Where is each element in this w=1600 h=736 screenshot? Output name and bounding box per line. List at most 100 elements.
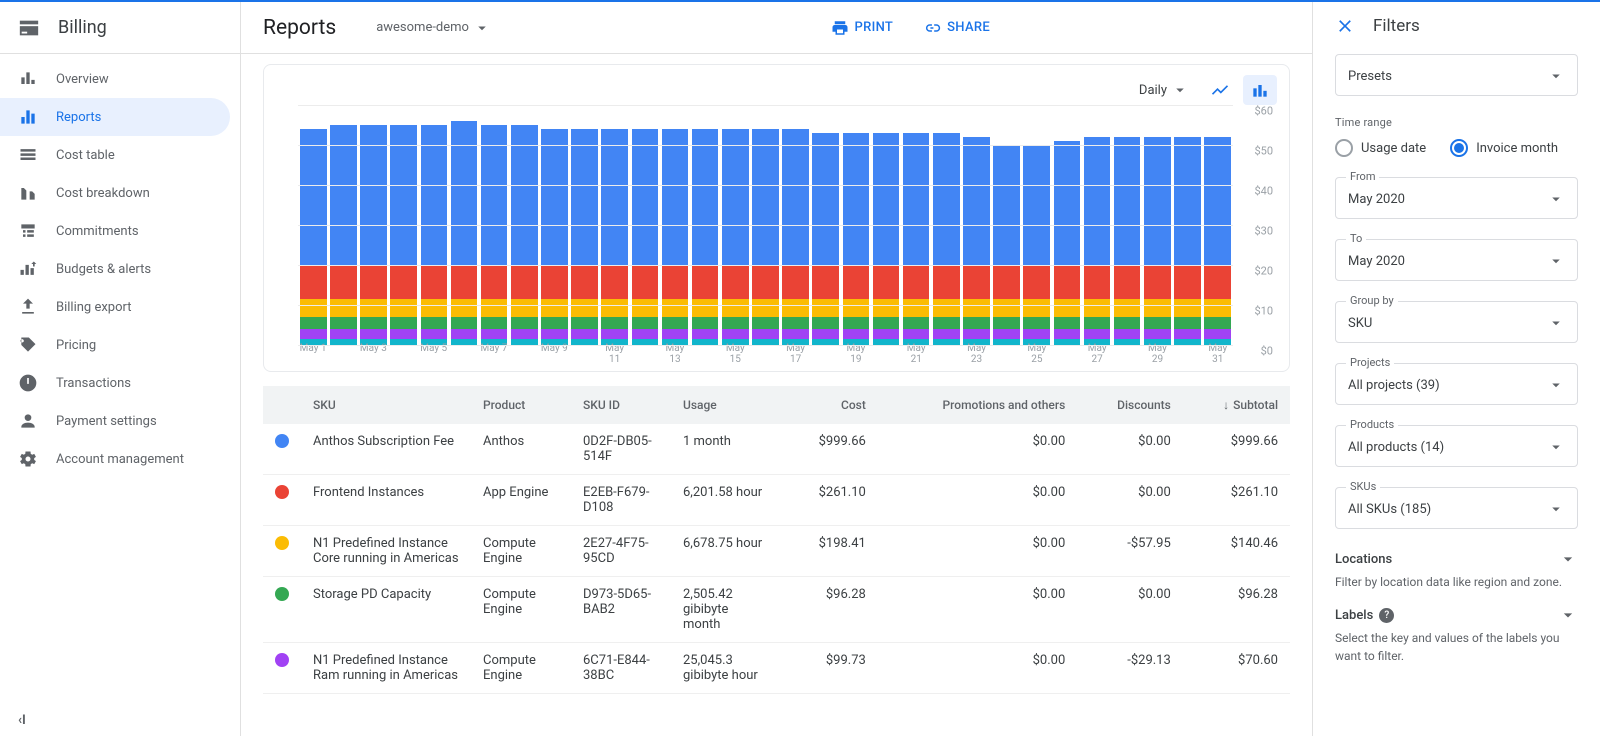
billing-icon	[18, 17, 40, 39]
from-select[interactable]: From May 2020	[1335, 177, 1578, 219]
x-tick	[569, 343, 599, 365]
sidebar-title: Billing	[0, 2, 240, 54]
bar-segment	[360, 317, 387, 329]
to-select[interactable]: To May 2020	[1335, 239, 1578, 281]
bar-segment	[541, 265, 568, 299]
x-tick	[690, 343, 720, 365]
col-subtotal[interactable]: ↓Subtotal	[1183, 386, 1290, 424]
sidebar-item-billing-export[interactable]: Billing export	[0, 288, 230, 326]
cell: 6C71-E844-38BC	[571, 643, 671, 694]
bar-segment	[1204, 137, 1231, 265]
bar-segment	[571, 317, 598, 329]
bar-segment	[782, 299, 809, 317]
cell: Frontend Instances	[301, 475, 471, 526]
col-sku-id[interactable]: SKU ID	[571, 386, 671, 424]
chevron-down-icon	[1558, 605, 1578, 625]
gridline	[298, 305, 1233, 306]
bar-segment	[421, 299, 448, 317]
series-color-dot	[275, 434, 289, 448]
bar-segment	[421, 329, 448, 338]
bar-segment	[692, 129, 719, 265]
col-discounts[interactable]: Discounts	[1077, 386, 1183, 424]
sidebar-item-account-management[interactable]: Account management	[0, 440, 230, 478]
sidebar-item-label: Commitments	[56, 224, 139, 239]
sidebar-item-budgets-alerts[interactable]: Budgets & alerts	[0, 250, 230, 288]
chart-card: Daily May 1May 3May 5May 7May 9May 11May…	[263, 64, 1290, 372]
table-row[interactable]: N1 Predefined Instance Ram running in Am…	[263, 643, 1290, 694]
share-button[interactable]: SHARE	[923, 19, 990, 37]
bar-segment	[421, 125, 448, 265]
col-sku[interactable]: SKU	[301, 386, 471, 424]
group-by-select[interactable]: Group by SKU	[1335, 301, 1578, 343]
sidebar-item-cost-breakdown[interactable]: Cost breakdown	[0, 174, 230, 212]
bar-segment	[632, 265, 659, 299]
col-cost[interactable]: Cost	[781, 386, 878, 424]
usage-date-radio[interactable]: Usage date	[1335, 139, 1426, 157]
sidebar-item-cost-table[interactable]: Cost table	[0, 136, 230, 174]
bar-segment	[1204, 317, 1231, 329]
cell: $96.28	[781, 577, 878, 643]
to-label: To	[1346, 232, 1366, 245]
print-icon	[831, 19, 849, 37]
payment-settings-icon	[18, 411, 38, 431]
sidebar-item-label: Payment settings	[56, 414, 157, 429]
sidebar-item-label: Pricing	[56, 338, 96, 353]
presets-select[interactable]: Presets	[1335, 54, 1578, 96]
project-picker[interactable]: awesome-demo	[376, 19, 491, 37]
bar-segment	[812, 329, 839, 338]
table-row[interactable]: Frontend InstancesApp EngineE2EB-F679-D1…	[263, 475, 1290, 526]
sidebar-item-commitments[interactable]: Commitments	[0, 212, 230, 250]
close-icon[interactable]	[1335, 16, 1355, 36]
locations-section[interactable]: Locations	[1335, 549, 1578, 569]
help-icon[interactable]: ?	[1379, 608, 1394, 623]
sidebar-item-payment-settings[interactable]: Payment settings	[0, 402, 230, 440]
sidebar-item-pricing[interactable]: Pricing	[0, 326, 230, 364]
bar-segment	[300, 299, 327, 317]
bar-segment	[360, 299, 387, 317]
collapse-sidebar[interactable]: ‹I	[0, 705, 240, 736]
col-product[interactable]: Product	[471, 386, 571, 424]
y-tick: $30	[1254, 225, 1273, 238]
bar-segment	[300, 265, 327, 299]
overview-icon	[18, 69, 38, 89]
share-label: SHARE	[947, 20, 990, 35]
cell: $0.00	[878, 526, 1077, 577]
bar-segment	[1144, 137, 1171, 265]
bar-segment	[330, 265, 357, 299]
bar-segment	[451, 299, 478, 317]
chart-area: May 1May 3May 5May 7May 9May 11May 13May…	[298, 75, 1233, 365]
col-promotions-and-others[interactable]: Promotions and others	[878, 386, 1077, 424]
bar-segment	[330, 299, 357, 317]
caret-down-icon	[1547, 500, 1565, 518]
bar-segment	[481, 317, 508, 329]
invoice-month-radio[interactable]: Invoice month	[1450, 139, 1558, 157]
sidebar-item-label: Cost table	[56, 148, 115, 163]
bar-segment	[1084, 137, 1111, 265]
cell: $0.00	[1077, 577, 1183, 643]
print-button[interactable]: PRINT	[831, 19, 894, 37]
sidebar-item-transactions[interactable]: Transactions	[0, 364, 230, 402]
labels-title: Labels	[1335, 608, 1373, 623]
cell: 25,045.3 gibibyte hour	[671, 643, 781, 694]
table-row[interactable]: N1 Predefined Instance Core running in A…	[263, 526, 1290, 577]
projects-select[interactable]: Projects All projects (39)	[1335, 363, 1578, 405]
sidebar-item-overview[interactable]: Overview	[0, 60, 230, 98]
col-color[interactable]	[263, 386, 301, 424]
products-select[interactable]: Products All products (14)	[1335, 425, 1578, 467]
bar-segment	[1144, 317, 1171, 329]
table-row[interactable]: Anthos Subscription FeeAnthos0D2F-DB05-5…	[263, 424, 1290, 475]
bar-segment	[1054, 329, 1081, 338]
x-tick: May 23	[961, 343, 991, 365]
series-color-dot	[275, 653, 289, 667]
page-title: Reports	[263, 16, 336, 40]
labels-section[interactable]: Labels ?	[1335, 605, 1578, 625]
topbar: Reports awesome-demo PRINT SHARE	[241, 2, 1312, 54]
series-color-dot	[275, 587, 289, 601]
skus-select[interactable]: SKUs All SKUs (185)	[1335, 487, 1578, 529]
bar-segment	[632, 329, 659, 338]
sidebar-item-reports[interactable]: Reports	[0, 98, 230, 136]
col-usage[interactable]: Usage	[671, 386, 781, 424]
series-color-dot	[275, 485, 289, 499]
table-row[interactable]: Storage PD CapacityCompute EngineD973-5D…	[263, 577, 1290, 643]
group-by-value: SKU	[1348, 316, 1547, 331]
